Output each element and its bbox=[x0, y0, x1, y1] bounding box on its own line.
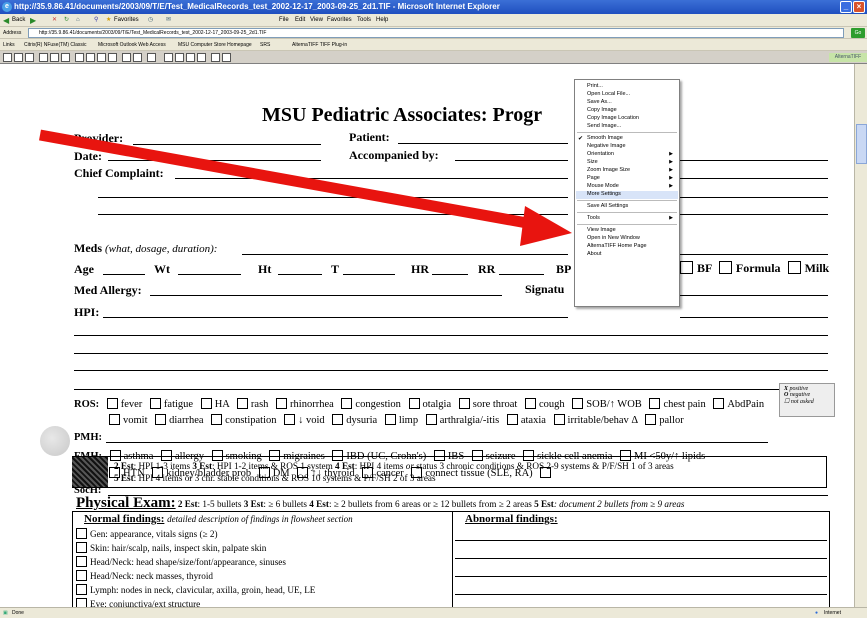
menu-item-open-new-window[interactable]: Open in New Window bbox=[587, 235, 640, 242]
submenu-arrow-icon: ▶ bbox=[669, 183, 673, 189]
menu-item-orientation[interactable]: Orientation bbox=[587, 151, 614, 158]
menu-item-mouse-mode[interactable]: Mouse Mode bbox=[587, 183, 619, 190]
menu-item-send-image[interactable]: Send Image... bbox=[587, 123, 621, 130]
status-text: Done bbox=[12, 610, 24, 616]
menu-item-print[interactable]: Print... bbox=[587, 83, 603, 90]
zone-text: Internet bbox=[824, 610, 841, 616]
menu-item-more-settings[interactable]: More Settings bbox=[587, 191, 621, 198]
submenu-arrow-icon: ▶ bbox=[669, 167, 673, 173]
check-icon: ✔ bbox=[578, 136, 584, 142]
browser-window: e http://35.9.86.41/documents/2003/09/T/… bbox=[0, 0, 867, 618]
menu-item-copy-image-location[interactable]: Copy Image Location bbox=[587, 115, 639, 122]
menu-separator bbox=[577, 200, 677, 201]
submenu-arrow-icon: ▶ bbox=[669, 175, 673, 181]
menu-item-view-image[interactable]: View Image bbox=[587, 227, 616, 234]
menu-item-about[interactable]: About bbox=[587, 251, 601, 258]
submenu-arrow-icon: ▶ bbox=[669, 215, 673, 221]
arrow-head bbox=[520, 206, 572, 246]
menu-item-size[interactable]: Size bbox=[587, 159, 598, 166]
menu-separator bbox=[577, 224, 677, 225]
menu-item-negative-image[interactable]: Negative Image bbox=[587, 143, 626, 150]
menu-item-alternatiff-home[interactable]: AlternaTIFF Home Page bbox=[587, 243, 647, 250]
menu-item-smooth-image[interactable]: Smooth Image bbox=[587, 135, 623, 142]
page-icon: ▣ bbox=[3, 610, 8, 616]
menu-item-page[interactable]: Page bbox=[587, 175, 600, 182]
menu-separator bbox=[577, 132, 677, 133]
menu-item-open-local-file[interactable]: Open Local File... bbox=[587, 91, 630, 98]
menu-item-tools[interactable]: Tools bbox=[587, 215, 600, 222]
status-bar: ▣ Done ● Internet bbox=[0, 607, 867, 618]
submenu-arrow-icon: ▶ bbox=[669, 159, 673, 165]
menu-separator bbox=[577, 212, 677, 213]
context-menu: Print... Open Local File... Save As... C… bbox=[574, 79, 680, 307]
globe-icon: ● bbox=[815, 610, 819, 616]
menu-item-save-all-settings[interactable]: Save All Settings bbox=[587, 203, 628, 210]
menu-item-copy-image[interactable]: Copy Image bbox=[587, 107, 617, 114]
arrow-shaft bbox=[39, 129, 539, 231]
submenu-arrow-icon: ▶ bbox=[669, 151, 673, 157]
menu-item-zoom-image-size[interactable]: Zoom Image Size bbox=[587, 167, 630, 174]
menu-item-save-as[interactable]: Save As... bbox=[587, 99, 612, 106]
red-arrow-annotation bbox=[39, 129, 572, 246]
